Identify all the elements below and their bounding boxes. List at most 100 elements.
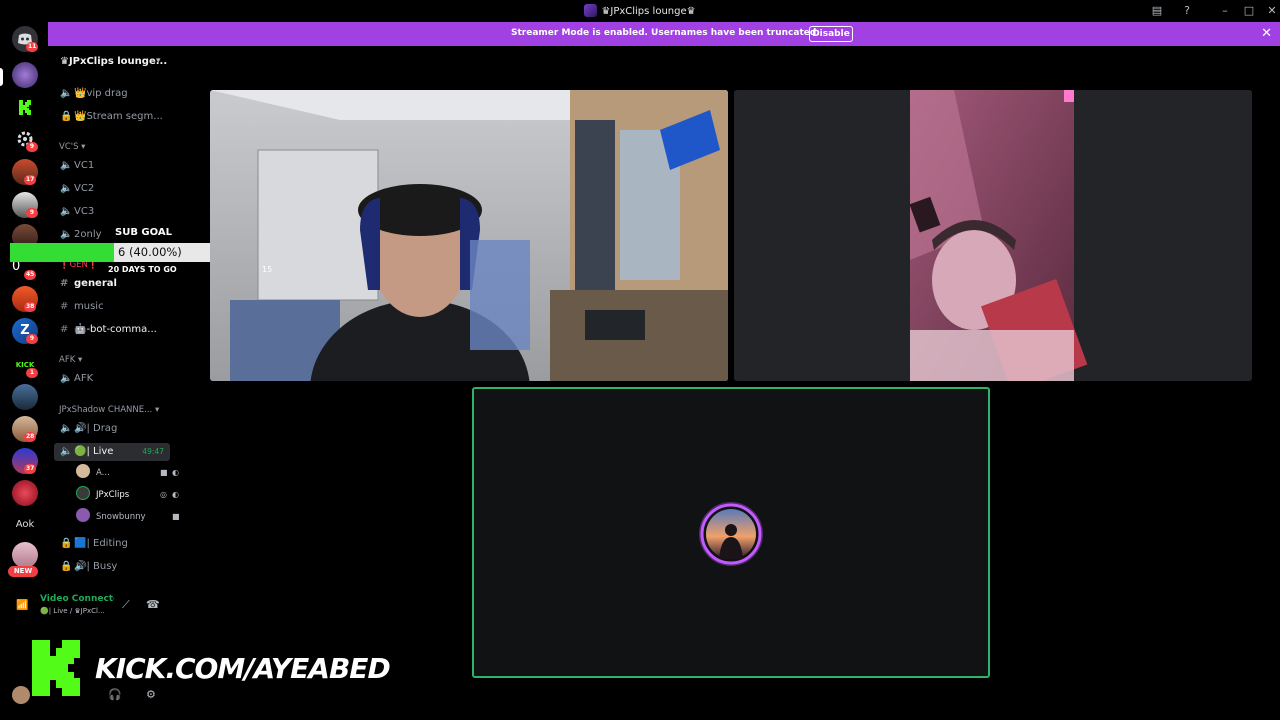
noise-suppression-icon[interactable]: ⟋ xyxy=(122,598,130,612)
kick-logo-icon xyxy=(32,640,80,696)
lock-icon: 🔒 xyxy=(60,538,73,549)
category-label: AFK xyxy=(59,355,76,365)
avatar xyxy=(76,486,90,500)
voice-user[interactable]: A... ■ ◐ xyxy=(76,464,179,482)
channel-label: VC3 xyxy=(74,206,95,217)
channel-general[interactable]: # general xyxy=(60,275,172,293)
avatar xyxy=(76,464,90,478)
speaker-icon: 🔈 xyxy=(60,423,73,434)
sub-goal-progress-text: 6 (40.00%) xyxy=(118,245,182,259)
category-label: JPxShadow CHANNE... xyxy=(59,405,153,415)
channel-label: 🟦| Editing xyxy=(74,538,128,549)
help-icon[interactable]: ? xyxy=(1179,3,1195,19)
streamer-mode-banner: Streamer Mode is enabled. Usernames have… xyxy=(48,22,1280,46)
channel-vip-drag[interactable]: 🔈 👑vip drag xyxy=(60,85,172,103)
channel-vc3[interactable]: 🔈 VC3 xyxy=(60,203,172,221)
overlay-number: 15 xyxy=(262,265,273,274)
speaker-icon: 🔈 xyxy=(60,183,73,194)
lock-icon: 🔒 xyxy=(60,561,73,572)
voice-location[interactable]: 🟢| Live / ♛JPxCl... xyxy=(40,607,105,615)
channel-editing[interactable]: 🔒 🟦| Editing xyxy=(60,535,172,553)
banner-message: Streamer Mode is enabled. Usernames have… xyxy=(511,28,820,38)
selected-indicator xyxy=(0,68,3,86)
sub-goal-progress-fill xyxy=(10,243,114,262)
voice-user-name: Snowbunny xyxy=(96,512,146,522)
server-icon xyxy=(584,4,598,17)
speaker-icon: 🔈 xyxy=(60,160,73,171)
video-icon: ■ xyxy=(160,468,168,477)
speaker-icon: 🔈 xyxy=(60,206,73,217)
channel-label: general xyxy=(74,278,117,289)
title-bar: ♛JPxClips lounge♛ ▤ ? – □ ✕ xyxy=(0,0,1280,22)
channel-vc1[interactable]: 🔈 VC1 xyxy=(60,157,172,175)
channel-music[interactable]: # music xyxy=(60,298,172,316)
category-label: VC'S xyxy=(59,142,79,152)
live-timer: 49:47 xyxy=(142,447,164,456)
dm-badge: 11 xyxy=(26,42,39,52)
channel-label: 👑Stream segm... xyxy=(74,111,163,122)
speaker-icon: 🔈 xyxy=(60,229,73,240)
server-badge: 38 xyxy=(24,302,37,312)
channel-drag[interactable]: 🔈 🔊| Drag xyxy=(60,420,172,438)
close-banner-icon[interactable]: ✕ xyxy=(1261,26,1272,41)
channel-vc2[interactable]: 🔈 VC2 xyxy=(60,180,172,198)
channel-busy[interactable]: 🔒 🔊| Busy xyxy=(60,558,172,576)
channel-afk[interactable]: 🔈 AFK xyxy=(60,370,172,388)
deafen-icon: ◐ xyxy=(172,468,179,477)
disable-button[interactable]: Disable xyxy=(809,26,853,42)
channel-stream-segment[interactable]: 🔒 👑Stream segm... xyxy=(60,108,172,126)
server-badge: 9 xyxy=(26,142,38,152)
server-avatar-icon[interactable] xyxy=(12,384,38,410)
voice-user-name: A... xyxy=(96,468,110,478)
server-badge: 45 xyxy=(24,270,37,280)
window-title: ♛JPxClips lounge♛ xyxy=(601,6,696,17)
speaker-icon: 🔈 xyxy=(60,373,73,384)
server-badge: 9 xyxy=(26,208,38,218)
sub-goal-title: SUB GOAL xyxy=(115,227,172,238)
chevron-down-icon[interactable]: ▾ xyxy=(156,56,161,66)
channel-live[interactable]: 🔈 🟢| Live 49:47 xyxy=(54,443,170,461)
channel-label: 👑vip drag xyxy=(74,88,128,99)
voice-user[interactable]: JPxClips ◎ ◐ xyxy=(76,486,179,504)
server-badge: 17 xyxy=(24,175,37,185)
stream-icon: ◎ xyxy=(160,490,167,499)
voice-status: Video Connected xyxy=(40,594,114,604)
server-badge: 1 xyxy=(26,368,38,378)
voice-user-name: JPxClips xyxy=(96,490,130,500)
server-avatar-icon[interactable] xyxy=(12,542,38,568)
channel-label: music xyxy=(74,301,104,312)
server-kick-icon[interactable] xyxy=(12,94,38,120)
maximize-button[interactable]: □ xyxy=(1241,3,1257,19)
category-afk[interactable]: AFK ▾ xyxy=(59,355,82,365)
close-window-button[interactable]: ✕ xyxy=(1264,3,1280,19)
channel-label: VC1 xyxy=(74,160,95,171)
channel-label: 🔊| Busy xyxy=(74,561,118,572)
minimize-button[interactable]: – xyxy=(1217,3,1233,19)
signal-icon[interactable]: 📶 xyxy=(16,600,28,611)
inbox-icon[interactable]: ▤ xyxy=(1149,3,1165,19)
channel-label: 🤖-bot-comma... xyxy=(74,324,157,335)
server-aok-icon[interactable]: Aok xyxy=(12,512,38,538)
new-badge: NEW xyxy=(8,566,38,577)
channel-bot-commands[interactable]: # 🤖-bot-comma... xyxy=(60,321,172,339)
disconnect-icon[interactable]: ☎ xyxy=(146,598,160,611)
channel-label: 🟢| Live xyxy=(74,446,114,457)
video-tile-streamer[interactable]: 15 xyxy=(210,90,728,381)
server-aok-label: Aok xyxy=(15,519,35,530)
server-avatar-icon[interactable] xyxy=(12,480,38,506)
sub-goal-days: 20 DAYS TO GO xyxy=(108,265,177,274)
video-tile-audio-only[interactable] xyxy=(472,387,990,678)
channel-label: 2only xyxy=(74,229,102,240)
voice-user[interactable]: Snowbunny ■ xyxy=(76,508,180,526)
avatar[interactable] xyxy=(12,686,30,704)
headphones-icon[interactable]: 🎧 xyxy=(108,688,122,701)
server-name[interactable]: ♛JPxClips lounge... xyxy=(60,56,167,67)
video-tile-participant[interactable] xyxy=(734,90,1252,381)
kick-url-watermark: KICK.COM/AYEABED xyxy=(95,652,391,685)
channel-label: 🔊| Drag xyxy=(74,423,118,434)
category-jpxshadow[interactable]: JPxShadow CHANNE... ▾ xyxy=(59,405,159,415)
server-jpxclips-icon[interactable] xyxy=(12,62,38,88)
category-vcs[interactable]: VC'S ▾ xyxy=(59,142,85,152)
settings-gear-icon[interactable]: ⚙ xyxy=(146,688,156,701)
server-badge: 28 xyxy=(24,432,37,442)
